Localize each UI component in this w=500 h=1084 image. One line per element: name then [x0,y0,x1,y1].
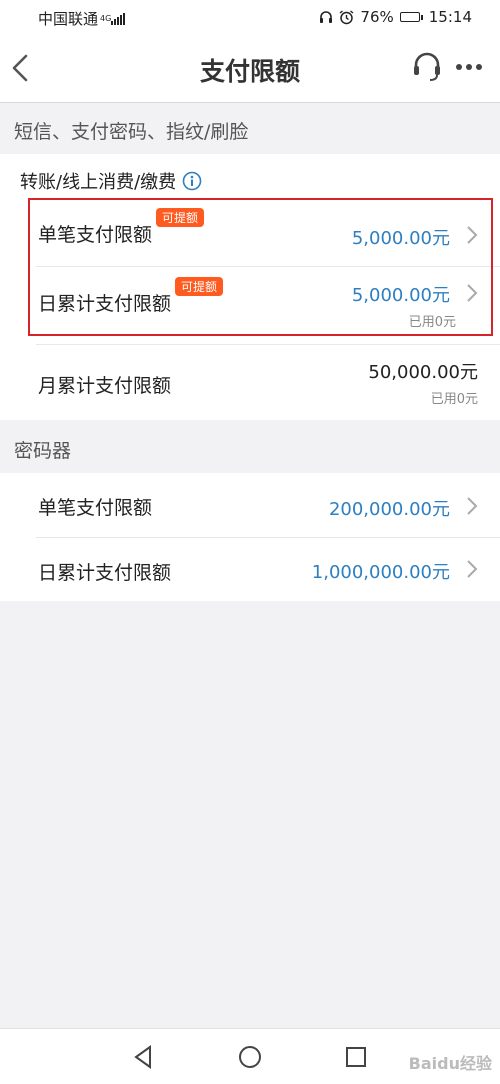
token-single-limit-row[interactable]: 单笔支付限额 200,000.00元 [0,473,500,537]
nav-bar: 支付限额 [0,34,500,103]
token-daily-limit-row[interactable]: 日累计支付限额 1,000,000.00元 [0,538,500,601]
chevron-right-icon [467,497,478,515]
more-dots-icon[interactable] [452,50,486,84]
sub-title: 转账/线上消费/缴费 [20,168,202,194]
headset-icon[interactable] [410,50,444,84]
used-amount: 已用0元 [408,315,456,330]
row-label: 单笔支付限额可提额 [38,208,205,247]
row-value: 1,000,000.00元 [311,562,450,583]
used-amount: 已用0元 [430,392,478,407]
chevron-right-icon [467,226,478,244]
row-value: 5,000.00元 [351,285,450,306]
daily-payment-limit-row[interactable]: 日累计支付限额可提额 5,000.00元 已用0元 [0,267,500,339]
single-payment-limit-row[interactable]: 单笔支付限额可提额 5,000.00元 [0,200,500,266]
watermark: Baidu经验 [408,1054,492,1073]
nav-back-icon[interactable] [130,1043,158,1071]
row-label: 日累计支付限额可提额 [38,277,224,316]
clock: 15:14 [428,8,472,26]
raise-limit-badge: 可提额 [175,277,224,296]
alarm-icon [339,9,354,24]
system-nav-bar: Baidu经验 [0,1028,500,1084]
nav-recents-icon[interactable] [342,1043,370,1071]
battery-percent: 76% [360,8,394,26]
chevron-right-icon [467,284,478,302]
network-type: 4G [100,13,112,23]
carrier-name: 中国联通 [38,10,99,28]
section-header-token: 密码器 [14,440,72,462]
section-header-sms: 短信、支付密码、指纹/刷脸 [14,121,249,143]
row-label: 月累计支付限额 [38,375,172,397]
row-value: 200,000.00元 [328,499,450,520]
row-label: 日累计支付限额 [38,562,172,584]
signal-icon [111,12,126,25]
status-bar: 中国联通 4G 76% 15:14 [0,0,500,34]
battery-icon [399,12,423,22]
raise-limit-badge: 可提额 [156,208,205,227]
monthly-payment-limit-row: 月累计支付限额 50,000.00元 已用0元 [0,345,500,420]
nav-home-icon[interactable] [236,1043,264,1071]
headphones-status-icon [320,11,333,23]
sub-title-text: 转账/线上消费/缴费 [20,172,177,193]
row-label-text: 单笔支付限额 [38,224,153,246]
row-value: 50,000.00元 [368,362,478,383]
row-label: 单笔支付限额 [38,497,153,519]
info-icon[interactable] [182,171,202,191]
row-value: 5,000.00元 [351,228,450,249]
row-label-text: 日累计支付限额 [38,293,172,315]
chevron-right-icon [467,560,478,578]
